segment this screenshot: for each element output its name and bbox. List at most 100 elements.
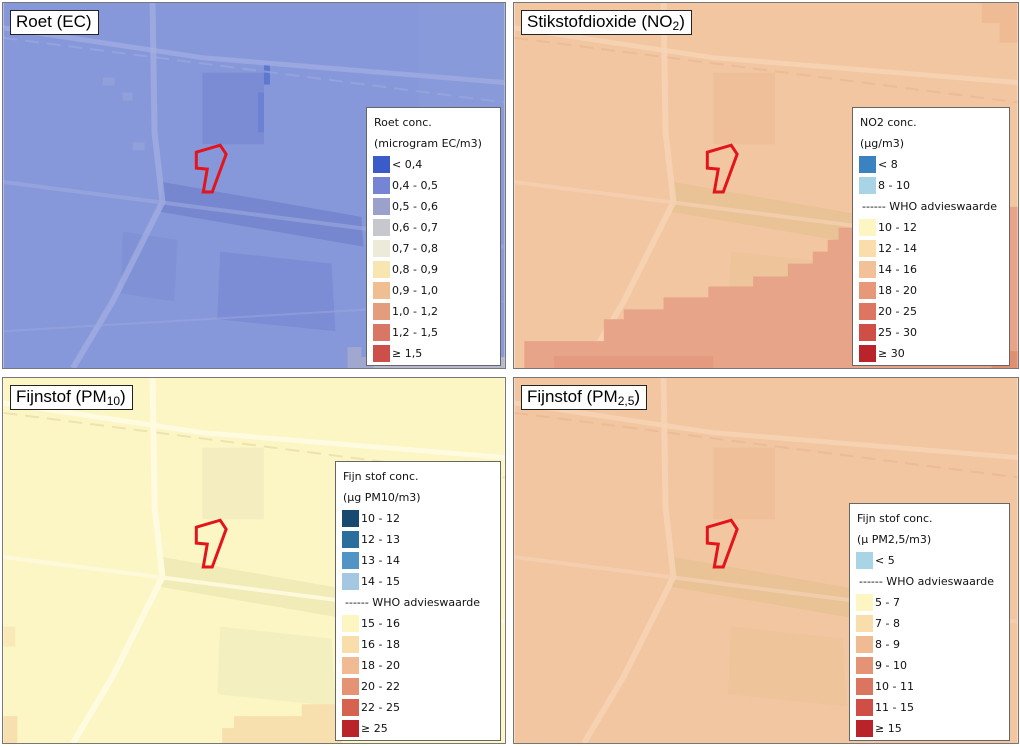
building [713, 72, 775, 145]
legend-label: 25 - 30 [878, 326, 917, 339]
legend-item: 0,9 - 1,0 [373, 280, 494, 301]
panel-title: Stikstofdioxide (NO2) [521, 10, 692, 35]
legend-item: 12 - 13 [342, 529, 494, 550]
legend-label: 15 - 16 [361, 617, 400, 630]
legend-item: 11 - 15 [856, 697, 1003, 718]
building [202, 72, 264, 145]
panel-title: Fijnstof (PM2,5) [521, 385, 648, 410]
legend-item: 25 - 30 [859, 322, 1003, 343]
legend-swatch [859, 303, 876, 320]
legend-unit: (µg/m3) [860, 137, 904, 150]
legend: Fijn stof conc. (µ PM2,5/m3) < 5 ------ … [849, 503, 1010, 741]
legend-label: ≥ 1,5 [392, 347, 423, 360]
legend-swatch [373, 156, 390, 173]
map-panel-no2: Stikstofdioxide (NO2) NO2 conc. (µg/m3) … [513, 2, 1019, 369]
legend-swatch [856, 657, 873, 674]
legend-item: 13 - 14 [342, 550, 494, 571]
legend-label: 9 - 10 [875, 659, 907, 672]
legend-swatch [342, 573, 359, 590]
legend-label: 0,6 - 0,7 [392, 221, 438, 234]
legend-label: ≥ 15 [875, 722, 902, 735]
legend-label: 11 - 15 [875, 701, 914, 714]
legend-label: 8 - 9 [875, 638, 900, 651]
legend-swatch [373, 198, 390, 215]
legend-label: 0,4 - 0,5 [392, 179, 438, 192]
field [728, 626, 847, 707]
legend-swatch [342, 531, 359, 548]
legend-swatch [859, 324, 876, 341]
legend-label: 13 - 14 [361, 554, 400, 567]
legend-swatch [856, 636, 873, 653]
legend-label: 1,0 - 1,2 [392, 305, 438, 318]
legend-label: 16 - 18 [361, 638, 400, 651]
legend-title: NO2 conc. [860, 116, 917, 129]
legend-item: 20 - 22 [342, 676, 494, 697]
legend-swatch [859, 345, 876, 362]
legend-label: 18 - 20 [878, 284, 917, 297]
legend-label: 10 - 12 [361, 512, 400, 525]
legend-item: 8 - 9 [856, 634, 1003, 655]
legend-item: 7 - 8 [856, 613, 1003, 634]
legend-label: 0,7 - 0,8 [392, 242, 438, 255]
legend-item: ≥ 1,5 [373, 343, 494, 364]
legend-swatch [342, 720, 359, 737]
legend-label: 18 - 20 [361, 659, 400, 672]
panel-title: Fijnstof (PM10) [10, 385, 133, 410]
legend-item: 0,5 - 0,6 [373, 196, 494, 217]
legend-swatch [342, 636, 359, 653]
legend-title: Roet conc. [374, 116, 432, 129]
legend-title: Fijn stof conc. [857, 512, 933, 525]
legend-swatch [373, 303, 390, 320]
legend-item: 10 - 12 [342, 508, 494, 529]
water [257, 92, 264, 133]
legend-label: 12 - 13 [361, 533, 400, 546]
legend-item: 5 - 7 [856, 592, 1003, 613]
legend-swatch [859, 156, 876, 173]
map-panel-pm10: Fijnstof (PM10) Fijn stof conc. (µg PM10… [2, 377, 506, 744]
legend-item: ≥ 15 [856, 718, 1003, 739]
water [263, 64, 270, 85]
legend-item: ≥ 30 [859, 343, 1003, 364]
legend-unit: (µ PM2,5/m3) [857, 533, 932, 546]
legend-swatch [859, 240, 876, 257]
legend-item: 18 - 20 [342, 655, 494, 676]
legend-swatch [342, 678, 359, 695]
legend-item: 9 - 10 [856, 655, 1003, 676]
legend-item: 1,0 - 1,2 [373, 301, 494, 322]
legend-swatch [856, 678, 873, 695]
who-guideline-label: ------ WHO advieswaarde [345, 596, 480, 609]
legend-item: 20 - 25 [859, 301, 1003, 322]
legend-item: 14 - 15 [342, 571, 494, 592]
map-panel-pm25: Fijnstof (PM2,5) Fijn stof conc. (µ PM2,… [513, 377, 1019, 744]
building [202, 447, 264, 520]
panel-title: Roet (EC) [10, 10, 99, 35]
legend-label: 10 - 12 [878, 221, 917, 234]
legend-item: 22 - 25 [342, 697, 494, 718]
legend-label: 14 - 16 [878, 263, 917, 276]
legend-label: 20 - 22 [361, 680, 400, 693]
legend-item: 0,4 - 0,5 [373, 175, 494, 196]
legend-swatch [856, 594, 873, 611]
legend-item: 0,8 - 0,9 [373, 259, 494, 280]
legend-label: 1,2 - 1,5 [392, 326, 438, 339]
legend-label: 20 - 25 [878, 305, 917, 318]
legend-swatch [373, 177, 390, 194]
legend-swatch [342, 699, 359, 716]
legend: NO2 conc. (µg/m3) < 8 8 - 10 ------ WHO a… [852, 107, 1010, 366]
legend-swatch [373, 240, 390, 257]
legend-title: Fijn stof conc. [343, 470, 419, 483]
legend-label: 14 - 15 [361, 575, 400, 588]
legend-swatch [856, 699, 873, 716]
legend-swatch [856, 552, 873, 569]
legend-unit: (µg PM10/m3) [343, 491, 421, 504]
legend-swatch [342, 552, 359, 569]
legend-swatch [342, 510, 359, 527]
legend-label: ≥ 30 [878, 347, 905, 360]
legend-item: 18 - 20 [859, 280, 1003, 301]
legend-swatch [373, 219, 390, 236]
legend-item: 8 - 10 [859, 175, 1003, 196]
building [713, 447, 775, 520]
legend-item: 15 - 16 [342, 613, 494, 634]
legend-item: < 5 [856, 550, 1003, 571]
legend-swatch [856, 720, 873, 737]
